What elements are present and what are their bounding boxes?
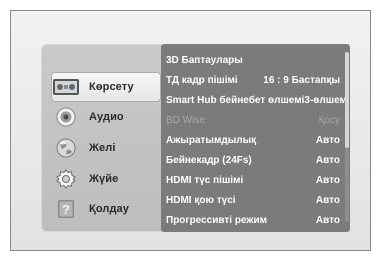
menu-item-system[interactable]: Жүйе <box>51 164 161 194</box>
display-settings-panel: 3D Баптаулары ТД кадр пішімі 16 : 9 Баст… <box>161 44 350 232</box>
speaker-icon <box>51 104 81 130</box>
settings-category-menu: Көрсету Аудио Желі Жүйе ? Қолдау <box>41 44 169 232</box>
menu-item-display[interactable]: Көрсету <box>51 72 161 102</box>
setting-row-bd-wise: BD Wise Қосу <box>166 114 340 126</box>
setting-row-smart-hub-size[interactable]: Smart Hub бейнебет өлшемі 3-өлшем <box>166 92 347 108</box>
menu-item-label: Көрсету <box>89 81 134 93</box>
menu-item-label: Қолдау <box>89 203 129 215</box>
setting-row-hdmi-deep-color[interactable]: HDMI қою түсі Авто <box>166 192 340 208</box>
svg-text:?: ? <box>62 202 70 217</box>
setting-row-3d[interactable]: 3D Баптаулары <box>166 52 340 68</box>
help-question-icon: ? <box>51 196 81 222</box>
display-settings-icon <box>51 74 81 100</box>
setting-row-progressive-mode[interactable]: Прогрессивті режим Авто <box>166 212 340 228</box>
tv-screen-frame: Көрсету Аудио Желі Жүйе ? Қолдау 3D Бапт… <box>10 10 371 251</box>
setting-row-movie-frame[interactable]: Бейнекадр (24Fs) Авто <box>166 152 340 168</box>
panel-scrollbar[interactable] <box>345 52 349 222</box>
setting-row-resolution[interactable]: Ажыратымдылық Авто <box>166 132 340 148</box>
menu-item-network[interactable]: Желі <box>51 133 161 163</box>
menu-item-label: Желі <box>89 142 116 154</box>
setting-row-hdmi-color-format[interactable]: HDMI түс пішімі Авто <box>166 172 340 188</box>
menu-item-label: Жүйе <box>89 173 119 185</box>
scroll-thumb[interactable] <box>345 52 349 148</box>
gear-icon <box>51 166 81 192</box>
menu-item-label: Аудио <box>89 111 124 123</box>
menu-item-support[interactable]: ? Қолдау <box>51 194 161 224</box>
menu-item-audio[interactable]: Аудио <box>51 102 161 132</box>
setting-row-tv-aspect[interactable]: ТД кадр пішімі 16 : 9 Бастапқы <box>166 72 340 88</box>
globe-network-icon <box>51 135 81 161</box>
